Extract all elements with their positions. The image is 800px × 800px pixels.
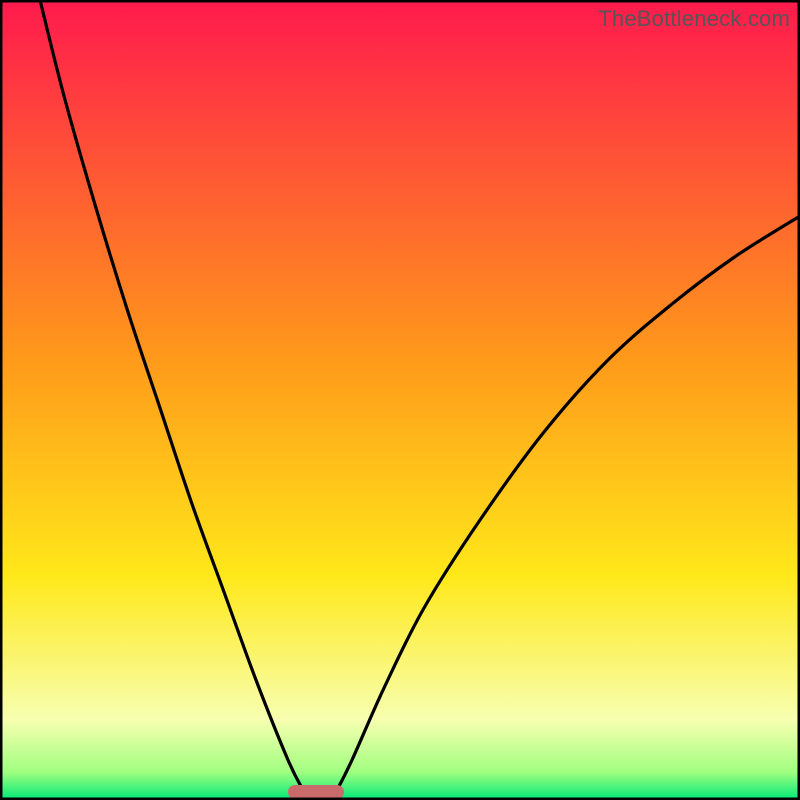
chart-svg (0, 0, 800, 800)
bottleneck-chart: TheBottleneck.com (0, 0, 800, 800)
optimum-marker (288, 785, 344, 799)
gradient-background (0, 0, 800, 800)
watermark-text: TheBottleneck.com (598, 6, 790, 32)
